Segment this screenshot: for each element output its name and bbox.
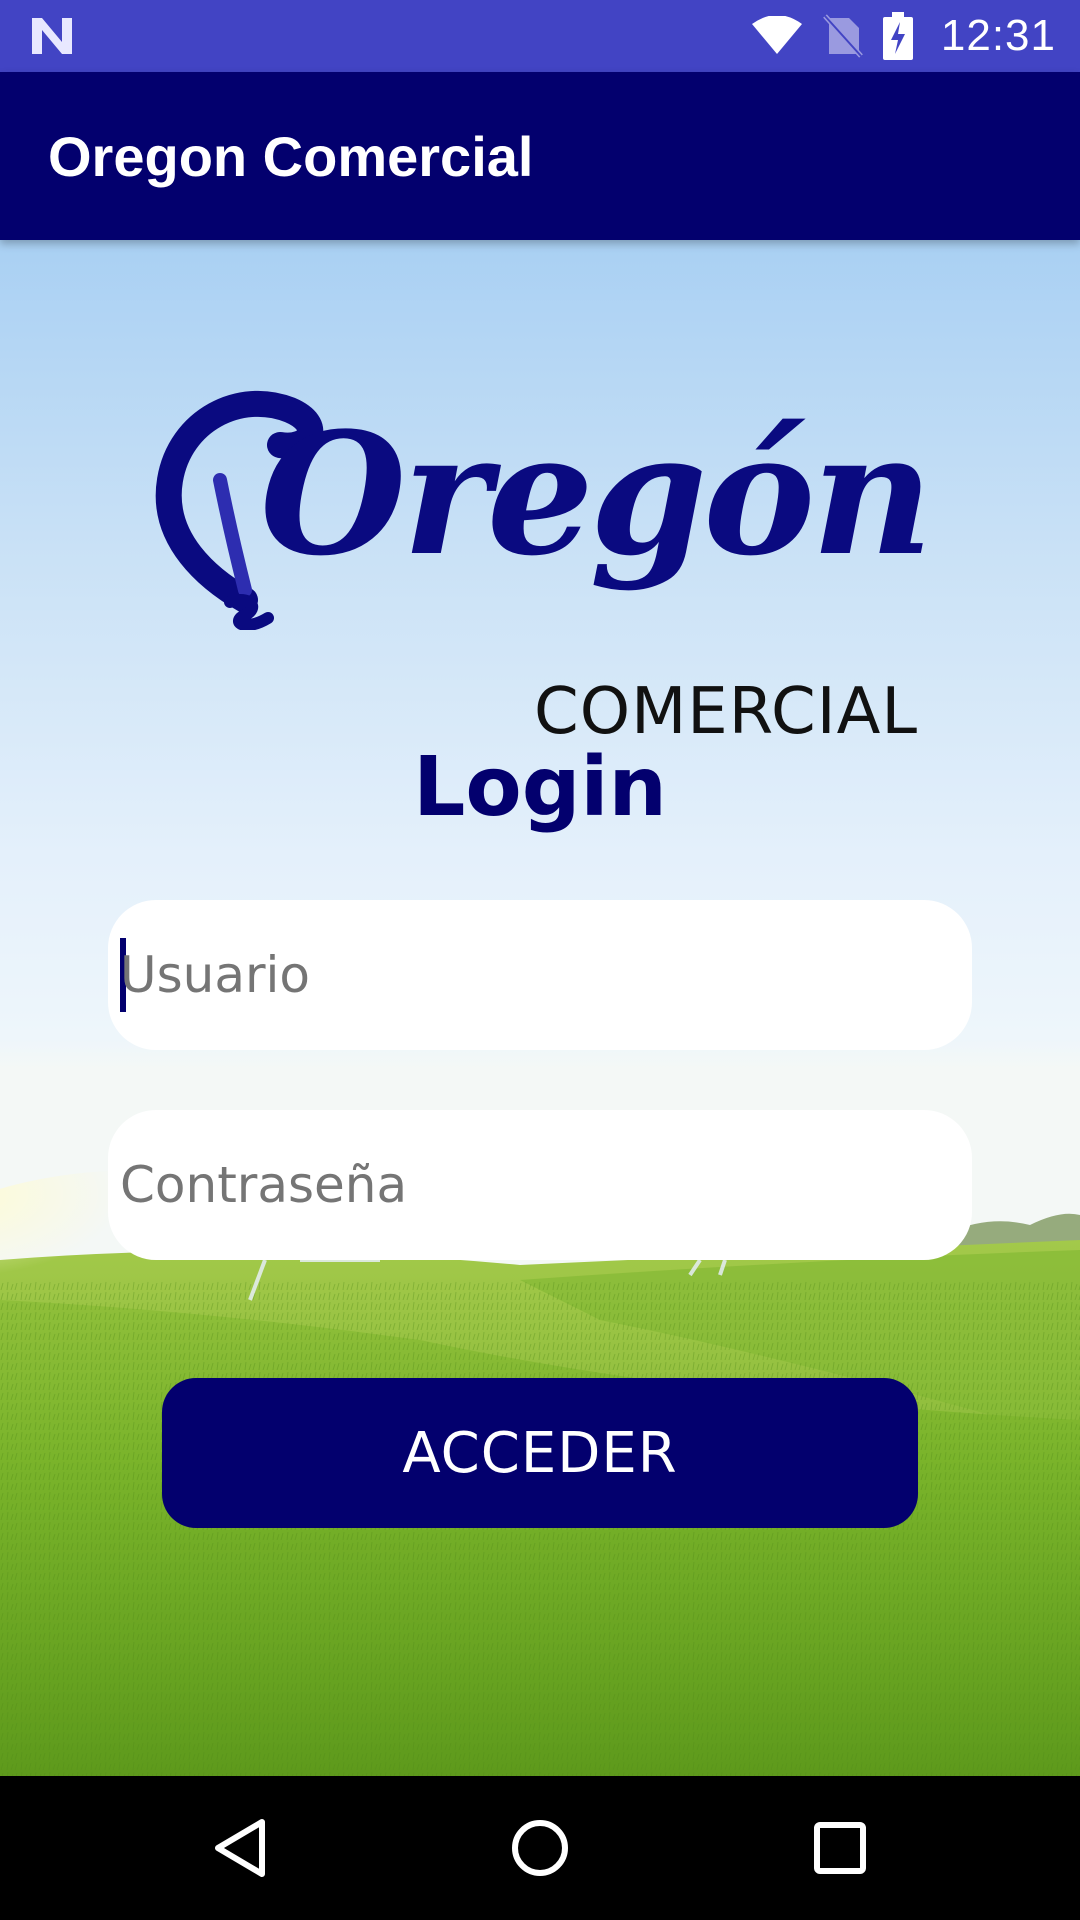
login-screen: 12:31 Oregon Comercial Oregón COMERCIAL … [0,0,1080,1920]
recents-button[interactable] [800,1808,880,1888]
logo-script-text: Oregón [260,395,933,593]
login-content: Oregón COMERCIAL Login ACCEDER [0,240,1080,1776]
home-icon [512,1820,568,1876]
wifi-icon [751,16,802,54]
username-field[interactable] [108,900,972,1050]
app-title: Oregon Comercial [48,125,534,188]
acceder-button[interactable]: ACCEDER [162,1378,918,1528]
recents-icon [814,1822,866,1874]
password-field[interactable] [108,1110,972,1260]
navigation-bar [0,1776,1080,1920]
app-bar: Oregon Comercial [0,72,1080,240]
battery-charging-icon [882,12,913,60]
logo-sub-text: COMERCIAL [534,675,918,749]
status-time: 12:31 [940,11,1056,60]
back-icon [215,1819,265,1877]
back-button[interactable] [200,1808,280,1888]
status-icons: 12:31 [751,0,1056,72]
status-bar: 12:31 [0,0,1080,72]
notification-n-icon [32,18,72,54]
login-title: Login [413,740,667,835]
no-sim-icon [823,14,863,58]
username-input[interactable] [120,900,950,1050]
password-input[interactable] [120,1110,950,1260]
home-button[interactable] [500,1808,580,1888]
